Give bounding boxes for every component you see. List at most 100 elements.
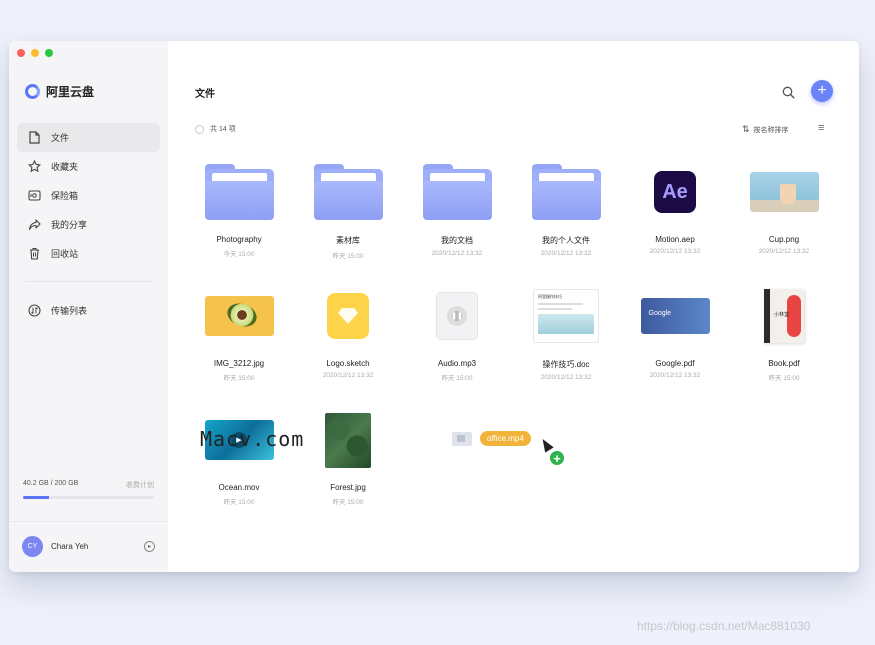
storage-usage: 40.2 GB / 200 GB 收费计划 [23,480,154,499]
search-icon [782,86,794,98]
sort-control[interactable]: ⇅ 按名称排序 [742,124,789,135]
share-icon [25,218,43,231]
transfer-icon [25,304,43,317]
file-name: Cup.png [768,235,800,244]
file-tile[interactable]: Photography 今天 15:00 [185,159,293,258]
file-tile[interactable]: 我的文档 2020/12/12 13:32 [403,159,511,257]
user-profile[interactable]: CY Chara Yeh ▸ [22,536,155,557]
file-tile[interactable]: 素材库 昨天 15:00 [294,159,402,260]
page-title: 文件 [195,89,215,100]
file-modified-date: 昨天 15:00 [768,375,800,382]
file-name: Book.pdf [768,359,800,368]
file-modified-date: 2020/12/12 13:32 [431,250,483,257]
drag-file-thumbnail [452,431,472,446]
file-name: IMG_3212.jpg [213,359,265,368]
file-thumbnail [294,407,402,473]
sidebar-item-trash[interactable]: 回收站 [17,239,160,268]
file-tile[interactable]: Ae Motion.aep 2020/12/12 13:32 [621,159,729,255]
add-copy-badge-icon: + [549,450,565,466]
sidebar-divider [25,281,152,282]
file-tile[interactable]: Google.pdf 2020/12/12 13:32 [621,283,729,379]
star-icon [25,160,43,173]
file-modified-date: 昨天 15:00 [441,375,473,382]
sort-icon: ⇅ [742,124,750,134]
avatar[interactable]: CY [22,536,43,557]
file-name: Google.pdf [655,359,695,368]
file-name: 素材库 [336,236,360,245]
file-tile[interactable]: Logo.sketch 2020/12/12 13:32 [294,283,402,379]
file-icon [25,131,43,144]
file-thumbnail [185,159,293,225]
file-tile[interactable]: Cup.png 2020/12/12 13:32 [730,159,838,255]
folder-icon [422,164,492,220]
file-modified-date: 昨天 15:00 [223,375,255,382]
file-thumbnail [294,159,402,225]
file-modified-date: 昨天 15:00 [332,499,364,506]
search-button[interactable] [780,84,796,100]
file-tile[interactable]: ❚❚ Audio.mp3 昨天 15:00 [403,283,511,382]
file-thumbnail [294,283,402,349]
file-tile[interactable]: 阿里操作技巧 操作技巧.doc 2020/12/12 13:32 [512,283,620,381]
file-tile[interactable]: ▶ Ocean.mov 昨天 15:00 [185,407,293,506]
storage-progress-fill [23,496,50,499]
list-view-icon[interactable]: ≡ [818,122,824,134]
sidebar-item-my-shares[interactable]: 我的分享 [17,210,160,239]
sidebar-item-label: 收藏夹 [51,162,79,172]
sidebar: 阿里云盘 文件 收藏夹 保险箱 我的分享 回收站 传输列表 40.2 GB / … [9,41,168,572]
file-name: Photography [216,235,262,244]
sidebar-item-favorites[interactable]: 收藏夹 [17,152,160,181]
mouse-cursor-icon [538,436,554,453]
app-brand: 阿里云盘 [25,83,94,100]
select-all-radio[interactable] [195,124,204,134]
cup-photo-thumbnail [749,172,819,212]
file-thumbnail: 小林堂 [730,283,838,349]
file-name: 操作技巧.doc [542,360,590,369]
sidebar-item-label: 保险箱 [51,191,79,201]
file-tile[interactable]: 小林堂 Book.pdf 昨天 15:00 [730,283,838,382]
sidebar-item-transfer-list[interactable]: 传输列表 [17,296,160,325]
file-name: Motion.aep [655,235,695,244]
sidebar-item-label: 回收站 [51,249,79,259]
file-name: 我的个人文件 [542,236,590,245]
file-tile[interactable]: Forest.jpg 昨天 15:00 [294,407,402,506]
app-name: 阿里云盘 [46,85,95,99]
file-name: Forest.jpg [330,483,366,492]
drag-file-label: office.mp4 [480,431,531,446]
sidebar-item-label: 传输列表 [51,306,88,316]
minimize-window-button[interactable] [31,49,39,57]
avocado-photo-thumbnail [204,296,274,336]
file-name: Audio.mp3 [437,359,477,368]
user-menu-icon[interactable]: ▸ [144,541,155,552]
safe-icon [25,190,43,201]
close-window-button[interactable] [17,49,25,57]
file-modified-date: 2020/12/12 13:32 [540,250,592,257]
file-tile[interactable]: IMG_3212.jpg 昨天 15:00 [185,283,293,382]
storage-used-text: 40.2 GB / 200 GB [23,480,79,487]
sidebar-transfer: 传输列表 [17,296,160,325]
folder-icon [313,164,383,220]
main-content: 文件 + 共 14 项 ⇅ 按名称排序 ≡ Photography 今天 15:0… [168,41,859,572]
file-thumbnail [512,159,620,225]
storage-progress-bar [23,496,154,499]
file-name: Logo.sketch [326,359,370,368]
book-cover-thumbnail: 小林堂 [764,289,804,343]
file-thumbnail [730,159,838,225]
item-count: 共 14 项 [210,126,236,133]
file-thumbnail: 阿里操作技巧 [512,283,620,349]
file-modified-date: 2020/12/12 13:32 [758,248,810,255]
document-thumbnail: 阿里操作技巧 [533,289,599,343]
zoom-window-button[interactable] [45,49,53,57]
file-thumbnail [185,283,293,349]
sidebar-item-label: 文件 [51,133,70,143]
select-all[interactable]: 共 14 项 [195,124,236,134]
sidebar-item-safe[interactable]: 保险箱 [17,181,160,210]
forest-photo-thumbnail [325,412,371,468]
sidebar-item-files[interactable]: 文件 [17,123,160,152]
storage-plan-link[interactable]: 收费计划 [126,480,154,490]
file-thumbnail [621,283,729,349]
user-divider [9,521,168,522]
file-tile[interactable]: 我的个人文件 2020/12/12 13:32 [512,159,620,257]
sidebar-item-label: 我的分享 [51,220,88,230]
user-name: Chara Yeh [51,542,89,551]
add-button[interactable]: + [811,80,833,102]
